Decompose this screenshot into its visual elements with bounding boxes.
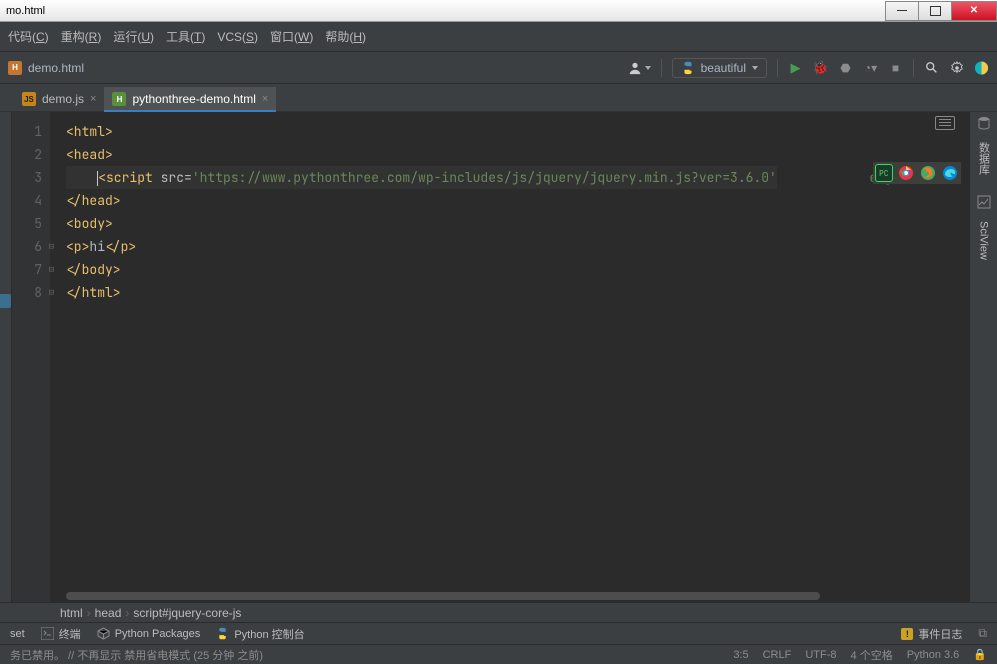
status-bar: 务已禁用。 // 不再显示 禁用省电模式 (25 分钟 之前) 3:5 CRLF…: [0, 644, 997, 664]
tab-demo-js[interactable]: JS demo.js ×: [14, 87, 104, 111]
minimize-button[interactable]: [885, 1, 919, 21]
right-tool-stripe: 数据库 SciView: [969, 112, 997, 602]
python-icon: [681, 61, 695, 75]
code-line: </head>: [66, 192, 121, 209]
window-title: mo.html: [6, 5, 45, 17]
tab-label: pythonthree-demo.html: [132, 92, 255, 106]
window-titlebar: mo.html: [0, 0, 997, 22]
tool-event-log[interactable]: ! 事件日志: [901, 626, 962, 642]
crumb-head[interactable]: head: [95, 606, 122, 620]
lock-icon[interactable]: 🔒: [973, 648, 987, 661]
ide-logo-icon[interactable]: [974, 60, 989, 75]
menu-tools[interactable]: 工具(T): [166, 28, 205, 45]
caret-down-icon: [752, 66, 758, 70]
chevron-right-icon: ›: [125, 606, 129, 620]
search-everywhere-button[interactable]: [924, 60, 939, 75]
menu-refactor[interactable]: 重构(R): [61, 28, 102, 45]
user-icon: [628, 61, 642, 75]
left-tool-stripe[interactable]: [0, 112, 12, 602]
run-button[interactable]: ▶: [788, 60, 803, 75]
tool-terminal[interactable]: 终端: [41, 626, 81, 642]
html-file-icon: H: [8, 61, 22, 75]
chrome-icon[interactable]: [897, 164, 915, 182]
main-menu: 代码(C) 重构(R) 运行(U) 工具(T) VCS(S) 窗口(W) 帮助(…: [0, 22, 997, 52]
menu-window[interactable]: 窗口(W): [270, 28, 313, 45]
menu-run[interactable]: 运行(U): [113, 28, 154, 45]
file-encoding[interactable]: UTF-8: [805, 649, 836, 661]
database-tool-icon[interactable]: [977, 116, 991, 130]
code-line: </html>: [66, 284, 121, 301]
structure-breadcrumb[interactable]: html › head › script#jquery-core-js: [0, 602, 997, 622]
menu-code[interactable]: 代码(C): [8, 28, 49, 45]
tool-set[interactable]: set: [10, 628, 25, 640]
warning-icon: !: [901, 628, 913, 640]
python-interpreter[interactable]: Python 3.6: [907, 649, 960, 661]
tab-label: demo.js: [42, 92, 84, 106]
code-line: <body>: [66, 215, 113, 232]
tool-python-packages[interactable]: Python Packages: [97, 627, 201, 640]
line-separator[interactable]: CRLF: [763, 649, 792, 661]
indent-setting[interactable]: 4 个空格: [851, 647, 893, 663]
editor[interactable]: 12345678 <html> <head> <script src='http…: [0, 112, 969, 602]
tab-pythonthree-demo[interactable]: H pythonthree-demo.html ×: [104, 87, 276, 111]
nav-path-file[interactable]: demo.html: [28, 61, 84, 75]
run-config-selector[interactable]: beautiful: [672, 58, 767, 78]
menu-help[interactable]: 帮助(H): [325, 28, 366, 45]
run-config-name: beautiful: [701, 61, 746, 75]
maximize-button[interactable]: [918, 1, 952, 21]
firefox-icon[interactable]: [919, 164, 937, 182]
status-message: 务已禁用。 // 不再显示 禁用省电模式 (25 分钟 之前): [10, 647, 263, 663]
chevron-right-icon: ›: [87, 606, 91, 620]
coverage-button[interactable]: ⬣: [838, 60, 853, 75]
editor-tabs: JS demo.js × H pythonthree-demo.html ×: [0, 84, 997, 112]
code-area[interactable]: <html> <head> <script src='https://www.p…: [50, 112, 969, 602]
gear-icon: [950, 61, 964, 75]
close-button[interactable]: [951, 1, 997, 21]
search-icon: [925, 61, 939, 75]
database-tool-label[interactable]: 数据库: [976, 142, 992, 175]
debug-button[interactable]: 🐞: [813, 60, 828, 75]
browser-preview-toolbar: PC: [873, 162, 961, 184]
code-line: </body>: [66, 261, 121, 278]
tab-close-icon[interactable]: ×: [90, 93, 96, 105]
caret-down-icon: [645, 66, 651, 70]
windows-icon[interactable]: ⧉: [978, 626, 987, 641]
user-menu[interactable]: [628, 61, 651, 75]
python-icon: [216, 627, 229, 640]
code-line: <html>: [66, 123, 113, 140]
crumb-script[interactable]: script#jquery-core-js: [133, 606, 241, 620]
svg-text:PC: PC: [879, 169, 889, 179]
bottom-tool-bar: set 终端 Python Packages Python 控制台 ! 事件日志…: [0, 622, 997, 644]
sciview-tool-icon[interactable]: [977, 195, 991, 209]
packages-icon: [97, 627, 110, 640]
code-line: <head>: [66, 146, 113, 163]
html-file-icon: H: [112, 92, 126, 106]
caret-position[interactable]: 3:5: [733, 649, 748, 661]
window-controls: [886, 1, 997, 21]
pycharm-preview-icon[interactable]: PC: [875, 164, 893, 182]
tab-close-icon[interactable]: ×: [262, 93, 268, 105]
horizontal-scrollbar[interactable]: [50, 590, 969, 602]
profile-button[interactable]: ◔▾: [863, 60, 878, 75]
terminal-icon: [41, 627, 54, 640]
edge-icon[interactable]: [941, 164, 959, 182]
crumb-html[interactable]: html: [60, 606, 83, 620]
stop-button[interactable]: ■: [888, 60, 903, 75]
menu-vcs[interactable]: VCS(S): [217, 30, 258, 44]
nav-bar: H demo.html beautiful ▶ 🐞 ⬣ ◔▾ ■: [0, 52, 997, 84]
tool-python-console[interactable]: Python 控制台: [216, 626, 304, 642]
settings-button[interactable]: [949, 60, 964, 75]
reader-mode-icon[interactable]: [935, 116, 955, 130]
sciview-tool-label[interactable]: SciView: [978, 221, 990, 260]
js-file-icon: JS: [22, 92, 36, 106]
